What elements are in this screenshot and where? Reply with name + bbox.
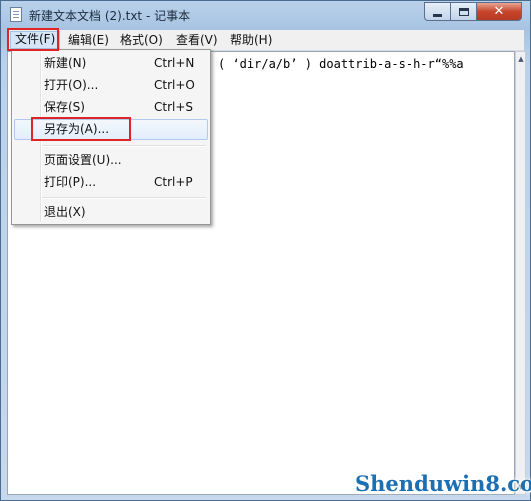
menu-edit[interactable]: 编辑(E) bbox=[64, 32, 113, 48]
menu-item-print[interactable]: 打印(P)... Ctrl+P bbox=[14, 172, 208, 192]
menu-item-shortcut: Ctrl+P bbox=[154, 175, 193, 189]
window-title: 新建文本文档 (2).txt - 记事本 bbox=[29, 9, 191, 23]
minimize-button[interactable] bbox=[424, 2, 451, 21]
close-icon: ✕ bbox=[493, 4, 505, 19]
menu-item-label: 打印(P)... bbox=[44, 175, 97, 189]
close-button[interactable]: ✕ bbox=[476, 2, 522, 21]
notepad-icon bbox=[10, 7, 22, 22]
menu-item-exit[interactable]: 退出(X) bbox=[14, 202, 208, 222]
menu-item-save-as[interactable]: 另存为(A)... bbox=[14, 119, 208, 140]
menu-item-new[interactable]: 新建(N) Ctrl+N bbox=[14, 53, 208, 73]
menu-separator bbox=[42, 145, 206, 147]
menu-item-label: 另存为(A)... bbox=[44, 122, 110, 136]
title-bar[interactable]: 新建文本文档 (2).txt - 记事本 ✕ bbox=[1, 1, 530, 29]
menu-item-shortcut: Ctrl+S bbox=[154, 100, 194, 114]
vertical-scrollbar[interactable]: ▲ ▼ bbox=[515, 51, 526, 495]
menu-help[interactable]: 帮助(H) bbox=[226, 32, 276, 48]
menu-item-open[interactable]: 打开(O)... Ctrl+O bbox=[14, 75, 208, 95]
menu-file[interactable]: 文件(F) bbox=[10, 31, 61, 49]
file-menu-dropdown: 新建(N) Ctrl+N 打开(O)... Ctrl+O 保存(S) Ctrl+… bbox=[11, 49, 211, 225]
editor-content: ( ‘dir/a/b’ ) doattrib-a-s-h-r“%%a bbox=[218, 57, 464, 71]
minimize-icon bbox=[433, 13, 442, 17]
menu-item-label: 页面设置(U)... bbox=[44, 153, 122, 167]
notepad-window: 新建文本文档 (2).txt - 记事本 ✕ 文件(F) 编辑(E) 格式(O)… bbox=[0, 0, 531, 501]
scroll-up-icon[interactable]: ▲ bbox=[517, 53, 525, 65]
maximize-button[interactable] bbox=[450, 2, 477, 21]
menu-item-label: 保存(S) bbox=[44, 100, 85, 114]
menu-bar: 文件(F) 编辑(E) 格式(O) 查看(V) 帮助(H) bbox=[7, 30, 524, 51]
watermark-text: Shenduwin8.com bbox=[355, 471, 531, 496]
menu-item-shortcut: Ctrl+N bbox=[154, 56, 195, 70]
menu-item-label: 新建(N) bbox=[44, 56, 87, 70]
menu-item-label: 打开(O)... bbox=[44, 78, 99, 92]
menu-view[interactable]: 查看(V) bbox=[172, 32, 222, 48]
menu-item-shortcut: Ctrl+O bbox=[154, 78, 195, 92]
menu-separator bbox=[42, 197, 206, 199]
maximize-icon bbox=[458, 7, 469, 16]
menu-item-page-setup[interactable]: 页面设置(U)... bbox=[14, 150, 208, 170]
menu-item-label: 退出(X) bbox=[44, 205, 86, 219]
menu-format[interactable]: 格式(O) bbox=[116, 32, 167, 48]
menu-item-save[interactable]: 保存(S) Ctrl+S bbox=[14, 97, 208, 117]
